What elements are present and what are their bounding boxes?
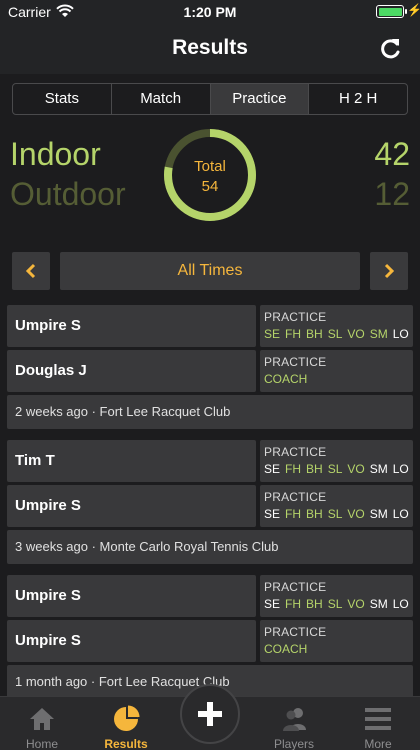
skill-tag: BH <box>306 327 323 341</box>
clock: 1:20 PM <box>183 4 237 20</box>
practice-row[interactable]: Umpire S PRACTICE COACH <box>7 620 413 662</box>
navigation-bar: Results <box>0 24 420 74</box>
player-name: Umpire S <box>7 305 256 347</box>
skill-tag: VO <box>347 462 365 476</box>
practice-type: PRACTICE <box>264 445 327 459</box>
skill-tag: SL <box>327 327 343 341</box>
skill-tag: SL <box>327 507 343 521</box>
player-name: Tim T <box>7 440 256 482</box>
skill-tag: SE <box>264 327 281 341</box>
skills-list: SE FH BH SL VO SM LO <box>264 462 413 476</box>
skill-tag: LO <box>392 462 409 476</box>
practice-row[interactable]: Umpire S PRACTICE SE FH BH SL VO SM LO <box>7 305 413 347</box>
tab-match[interactable]: Match <box>112 84 211 114</box>
player-name: Douglas J <box>7 350 256 392</box>
practice-footer: 2 weeks ago · Fort Lee Racquet Club <box>7 395 413 429</box>
menu-icon <box>365 708 391 730</box>
outdoor-label: Outdoor <box>10 176 126 212</box>
practice-info: PRACTICE SE FH BH SL VO SM LO <box>260 440 413 482</box>
skill-tag: SE <box>264 597 281 611</box>
skill-tag: SL <box>327 597 343 611</box>
tab-h2h[interactable]: H 2 H <box>309 84 407 114</box>
practice-type: PRACTICE <box>264 625 327 639</box>
player-name: Umpire S <box>7 620 256 662</box>
skill-tag: FH <box>285 507 302 521</box>
refresh-icon[interactable] <box>377 36 403 62</box>
practice-type: PRACTICE <box>264 490 327 504</box>
tab-players[interactable]: Players <box>252 697 336 750</box>
skill-tag: FH <box>285 327 302 341</box>
players-icon <box>283 708 306 731</box>
home-icon <box>30 708 54 730</box>
tab-home[interactable]: Home <box>0 697 84 750</box>
skill-tag: LO <box>392 597 409 611</box>
tab-practice[interactable]: Practice <box>210 84 310 114</box>
skill-tag: BH <box>306 462 323 476</box>
practice-row[interactable]: Douglas J PRACTICE COACH <box>7 350 413 392</box>
tab-label: Players <box>273 737 314 750</box>
results-type-tabs: Stats Match Practice H 2 H <box>12 83 408 115</box>
skill-tag: SM <box>369 327 388 341</box>
period-selector[interactable]: All Times <box>60 252 360 290</box>
skill-tag: VO <box>347 597 365 611</box>
next-period-button[interactable] <box>370 252 408 290</box>
skill-tag: SE <box>264 507 281 521</box>
practice-type: PRACTICE <box>264 310 327 324</box>
skill-tag: BH <box>306 507 323 521</box>
total-donut-chart <box>164 129 256 221</box>
chevron-right-icon <box>384 263 395 279</box>
page-title: Results <box>172 36 248 59</box>
skill-tag: SM <box>369 597 388 611</box>
coach-label: COACH <box>264 642 308 656</box>
skill-tag: SM <box>369 462 388 476</box>
practice-row[interactable]: Umpire S PRACTICE SE FH BH SL VO SM LO <box>7 575 413 617</box>
plus-icon <box>198 702 222 726</box>
tab-label: Results <box>104 737 148 750</box>
add-practice-button[interactable] <box>180 684 240 744</box>
practice-type: PRACTICE <box>264 355 327 369</box>
player-name: Umpire S <box>7 485 256 527</box>
skill-tag: VO <box>347 507 365 521</box>
skills-list: SE FH BH SL VO SM LO <box>264 327 413 341</box>
skill-tag: FH <box>285 597 302 611</box>
outdoor-count: 12 <box>374 176 410 212</box>
tab-stats[interactable]: Stats <box>13 84 112 114</box>
total-label: Total <box>194 158 226 175</box>
skill-tag: SE <box>264 462 281 476</box>
practice-row[interactable]: Umpire S PRACTICE SE FH BH SL VO SM LO <box>7 485 413 527</box>
battery-icon <box>376 5 407 18</box>
skills-list: SE FH BH SL VO SM LO <box>264 507 413 521</box>
practice-info: PRACTICE SE FH BH SL VO SM LO <box>260 485 413 527</box>
tab-label: More <box>364 737 392 750</box>
skill-tag: VO <box>347 327 365 341</box>
indoor-count: 42 <box>374 136 410 172</box>
charging-icon: ⚡ <box>407 3 420 17</box>
skill-tag: SM <box>369 507 388 521</box>
indoor-label: Indoor <box>10 136 101 172</box>
skill-tag: SL <box>327 462 343 476</box>
practice-info: PRACTICE SE FH BH SL VO SM LO <box>260 305 413 347</box>
practice-info: PRACTICE COACH <box>260 620 413 662</box>
player-name: Umpire S <box>7 575 256 617</box>
chevron-left-icon <box>25 263 36 279</box>
coach-label: COACH <box>264 372 308 386</box>
tab-more[interactable]: More <box>336 697 420 750</box>
status-bar: Carrier 1:20 PM ⚡ <box>0 0 420 24</box>
skill-tag: BH <box>306 597 323 611</box>
previous-period-button[interactable] <box>12 252 50 290</box>
practice-footer: 3 weeks ago · Monte Carlo Royal Tennis C… <box>7 530 413 564</box>
skill-tag: LO <box>392 327 409 341</box>
skill-tag: LO <box>392 507 409 521</box>
skills-list: SE FH BH SL VO SM LO <box>264 597 413 611</box>
total-value: 54 <box>201 178 219 195</box>
practice-info: PRACTICE SE FH BH SL VO SM LO <box>260 575 413 617</box>
skill-tag: FH <box>285 462 302 476</box>
pie-chart-icon <box>114 705 140 731</box>
tab-results[interactable]: Results <box>84 697 168 750</box>
practice-info: PRACTICE COACH <box>260 350 413 392</box>
tab-label: Home <box>25 737 58 750</box>
practice-row[interactable]: Tim T PRACTICE SE FH BH SL VO SM LO <box>7 440 413 482</box>
practice-type: PRACTICE <box>264 580 327 594</box>
